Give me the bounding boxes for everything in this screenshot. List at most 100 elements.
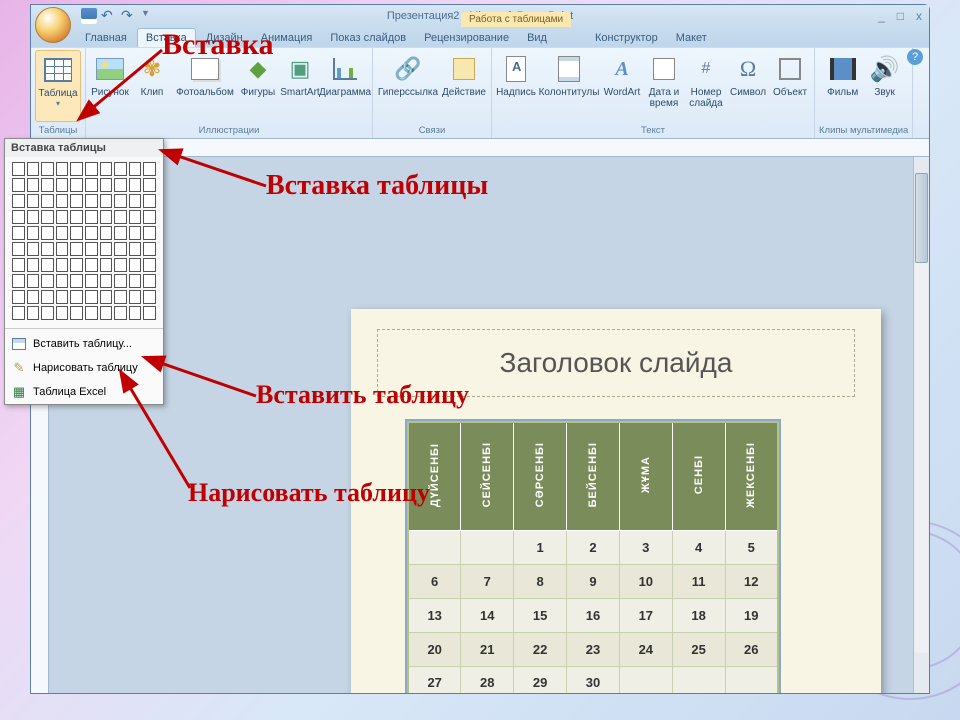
date-cell[interactable]: 11 xyxy=(672,564,725,598)
grid-cell[interactable] xyxy=(143,194,156,208)
grid-cell[interactable] xyxy=(56,178,69,192)
tab-view[interactable]: Вид xyxy=(519,29,555,47)
grid-cell[interactable] xyxy=(27,306,40,320)
grid-cell[interactable] xyxy=(114,226,127,240)
smartart-button[interactable]: ▣SmartArt xyxy=(280,50,320,122)
wordart-button[interactable]: AWordArt xyxy=(602,50,642,122)
grid-cell[interactable] xyxy=(27,290,40,304)
chart-button[interactable]: Диаграмма xyxy=(322,50,368,122)
tab-slideshow[interactable]: Показ слайдов xyxy=(322,29,414,47)
date-cell[interactable]: 9 xyxy=(567,564,620,598)
grid-cell[interactable] xyxy=(70,226,83,240)
headerfooter-button[interactable]: Колонтитулы xyxy=(538,50,600,122)
grid-cell[interactable] xyxy=(114,274,127,288)
grid-cell[interactable] xyxy=(12,258,25,272)
date-cell[interactable] xyxy=(725,666,778,693)
grid-cell[interactable] xyxy=(12,162,25,176)
office-button[interactable] xyxy=(35,7,71,43)
table-button[interactable]: Таблица ▾ xyxy=(35,50,81,122)
grid-cell[interactable] xyxy=(41,194,54,208)
scrollbar-vertical[interactable] xyxy=(913,157,929,693)
grid-cell[interactable] xyxy=(27,242,40,256)
grid-cell[interactable] xyxy=(143,178,156,192)
grid-cell[interactable] xyxy=(85,274,98,288)
grid-cell[interactable] xyxy=(129,226,142,240)
hyperlink-button[interactable]: 🔗Гиперссылка xyxy=(377,50,439,122)
grid-cell[interactable] xyxy=(12,178,25,192)
grid-cell[interactable] xyxy=(129,210,142,224)
date-cell[interactable]: 6 xyxy=(408,564,461,598)
grid-cell[interactable] xyxy=(100,226,113,240)
grid-cell[interactable] xyxy=(85,194,98,208)
date-cell[interactable]: 27 xyxy=(408,666,461,693)
grid-cell[interactable] xyxy=(56,306,69,320)
grid-cell[interactable] xyxy=(114,210,127,224)
grid-cell[interactable] xyxy=(143,274,156,288)
grid-cell[interactable] xyxy=(114,306,127,320)
grid-cell[interactable] xyxy=(41,242,54,256)
date-cell[interactable]: 14 xyxy=(461,598,514,632)
tab-review[interactable]: Рецензирование xyxy=(416,29,517,47)
grid-cell[interactable] xyxy=(85,178,98,192)
date-cell[interactable]: 28 xyxy=(461,666,514,693)
grid-cell[interactable] xyxy=(143,210,156,224)
date-cell[interactable] xyxy=(461,530,514,564)
date-cell[interactable]: 17 xyxy=(619,598,672,632)
grid-cell[interactable] xyxy=(129,162,142,176)
calendar-table[interactable]: ДҮЙСЕНБІСЕЙСЕНБІСӘРСЕНБІБЕЙСЕНБІЖҰМАСЕНБ… xyxy=(407,421,779,693)
excel-table-menuitem[interactable]: ▦ Таблица Excel xyxy=(5,380,163,404)
date-cell[interactable]: 25 xyxy=(672,632,725,666)
date-cell[interactable]: 23 xyxy=(567,632,620,666)
grid-cell[interactable] xyxy=(114,194,127,208)
date-cell[interactable]: 12 xyxy=(725,564,778,598)
grid-cell[interactable] xyxy=(12,226,25,240)
grid-cell[interactable] xyxy=(41,258,54,272)
grid-cell[interactable] xyxy=(70,242,83,256)
grid-cell[interactable] xyxy=(85,290,98,304)
date-cell[interactable]: 16 xyxy=(567,598,620,632)
grid-cell[interactable] xyxy=(27,226,40,240)
date-cell[interactable]: 24 xyxy=(619,632,672,666)
grid-cell[interactable] xyxy=(114,290,127,304)
date-cell[interactable]: 26 xyxy=(725,632,778,666)
scroll-thumb[interactable] xyxy=(915,173,928,263)
grid-cell[interactable] xyxy=(41,210,54,224)
grid-cell[interactable] xyxy=(100,210,113,224)
grid-cell[interactable] xyxy=(129,178,142,192)
symbol-button[interactable]: ΩСимвол xyxy=(728,50,768,122)
grid-cell[interactable] xyxy=(27,194,40,208)
grid-cell[interactable] xyxy=(41,178,54,192)
date-cell[interactable]: 1 xyxy=(514,530,567,564)
grid-cell[interactable] xyxy=(143,242,156,256)
grid-cell[interactable] xyxy=(85,210,98,224)
grid-cell[interactable] xyxy=(41,162,54,176)
tab-layout[interactable]: Макет xyxy=(668,29,715,47)
grid-cell[interactable] xyxy=(12,242,25,256)
insert-table-menuitem[interactable]: Вставить таблицу... xyxy=(5,332,163,356)
date-cell[interactable]: 13 xyxy=(408,598,461,632)
tab-constructor[interactable]: Конструктор xyxy=(587,29,666,47)
grid-cell[interactable] xyxy=(56,162,69,176)
grid-cell[interactable] xyxy=(129,306,142,320)
grid-cell[interactable] xyxy=(70,178,83,192)
grid-cell[interactable] xyxy=(129,194,142,208)
grid-cell[interactable] xyxy=(143,162,156,176)
grid-cell[interactable] xyxy=(70,210,83,224)
grid-cell[interactable] xyxy=(70,194,83,208)
restore-button[interactable]: □ xyxy=(894,9,907,23)
grid-cell[interactable] xyxy=(129,242,142,256)
grid-cell[interactable] xyxy=(56,290,69,304)
grid-cell[interactable] xyxy=(114,162,127,176)
date-cell[interactable]: 22 xyxy=(514,632,567,666)
grid-cell[interactable] xyxy=(143,306,156,320)
grid-cell[interactable] xyxy=(12,306,25,320)
slidenum-button[interactable]: #Номер слайда xyxy=(686,50,726,122)
grid-cell[interactable] xyxy=(70,162,83,176)
date-cell[interactable]: 15 xyxy=(514,598,567,632)
sound-button[interactable]: 🔊Звук xyxy=(865,50,905,122)
grid-cell[interactable] xyxy=(85,226,98,240)
grid-cell[interactable] xyxy=(114,178,127,192)
grid-cell[interactable] xyxy=(12,274,25,288)
grid-cell[interactable] xyxy=(100,162,113,176)
grid-cell[interactable] xyxy=(12,290,25,304)
